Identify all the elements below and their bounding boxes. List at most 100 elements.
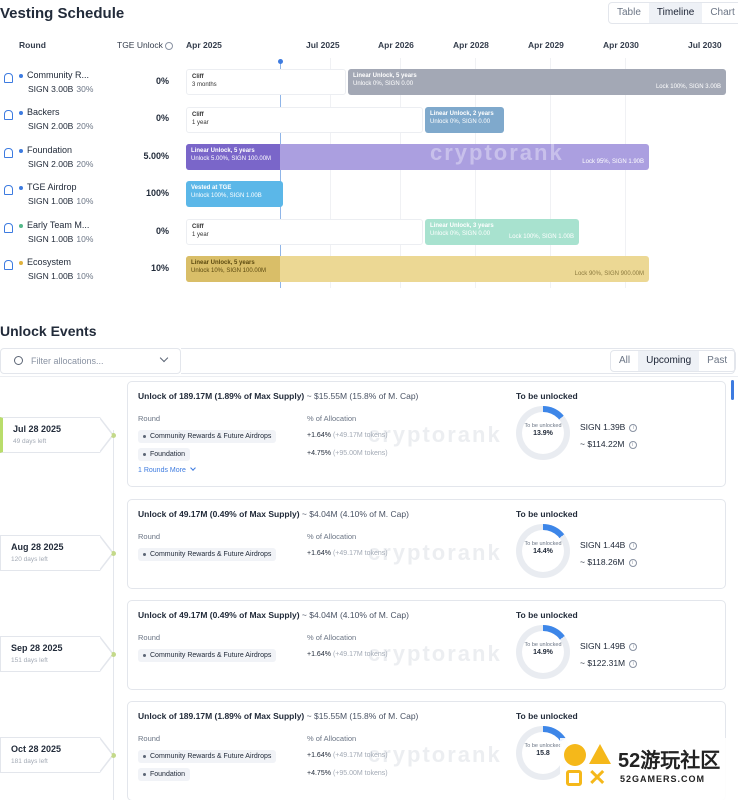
logo-shape: ✕ <box>588 765 607 790</box>
row5-cliff[interactable]: Cliff 1 year <box>186 219 423 245</box>
bell-icon[interactable] <box>4 260 13 270</box>
timeline-tick: Apr 2029 <box>528 40 564 50</box>
filter-dropdown[interactable]: Filter allocations... <box>0 348 181 374</box>
bell-icon[interactable] <box>4 110 13 120</box>
scrollbar-thumb[interactable] <box>731 380 734 400</box>
tge-header: TGE Unlock <box>117 40 174 50</box>
view-switch: Table Timeline Chart <box>608 2 738 24</box>
round-name[interactable]: Ecosystem <box>19 257 71 267</box>
bell-icon[interactable] <box>4 148 13 158</box>
round-label: Round <box>138 633 161 642</box>
round-name[interactable]: Early Team M... <box>19 220 89 230</box>
unlock-headline: Unlock of 49.17M (0.49% of Max Supply) ~… <box>138 610 409 620</box>
info-icon[interactable]: i <box>629 659 638 668</box>
info-icon[interactable]: i <box>629 541 638 550</box>
round-dot <box>19 73 23 78</box>
logo-shape <box>564 744 586 766</box>
row2-linear-bar[interactable]: Linear Unlock, 2 years Unlock 0%, SIGN 0.… <box>425 107 504 133</box>
chevron-down-icon <box>159 353 169 363</box>
row5-linear-bar[interactable]: Linear Unlock, 3 years Unlock 0%, SIGN 0.… <box>425 219 579 245</box>
site-name: 52游玩社区 <box>618 750 721 772</box>
allocation-label: % of Allocation <box>307 414 357 423</box>
round-amount: SIGN 1.00B 10% <box>28 196 94 206</box>
unlock-headline: Unlock of 49.17M (0.49% of Max Supply) ~… <box>138 509 409 519</box>
filter-input[interactable]: Filter allocations... <box>31 356 104 366</box>
round-amount: SIGN 2.00B 20% <box>28 159 94 169</box>
unlock-event-card[interactable]: Unlock of 49.17M (0.49% of Max Supply) ~… <box>127 600 726 690</box>
row2-cliff[interactable]: Cliff 1 year <box>186 107 423 133</box>
info-icon[interactable] <box>165 41 174 50</box>
round-chip[interactable]: Community Rewards & Future Airdrops <box>138 750 277 763</box>
watermark: cryptorank <box>368 641 502 666</box>
round-label: Round <box>138 532 161 541</box>
info-icon[interactable]: i <box>629 423 638 432</box>
unlock-donut: To be unlocked 14.4% <box>516 524 570 578</box>
site-url: 52GAMERS.COM <box>620 774 706 784</box>
search-icon <box>14 356 23 365</box>
today-marker <box>280 62 281 288</box>
row1-cliff[interactable]: Cliff 3 months <box>186 69 346 95</box>
info-icon[interactable]: i <box>628 440 637 449</box>
round-name[interactable]: Foundation <box>19 145 72 155</box>
more-rounds-link[interactable]: 1 Rounds More <box>138 465 196 474</box>
event-date[interactable]: Aug 28 2025 120 days left <box>0 535 114 571</box>
round-dot <box>19 185 23 190</box>
round-dot <box>19 110 23 115</box>
row3-unlocked-bar[interactable]: Linear Unlock, 5 years Unlock 5.00%, SIGN… <box>186 144 280 170</box>
round-chip[interactable]: Community Rewards & Future Airdrops <box>138 548 277 561</box>
row1-linear-bar[interactable]: Linear Unlock, 5 years Unlock 0%, SIGN 0.… <box>348 69 726 95</box>
bell-icon[interactable] <box>4 223 13 233</box>
tab-chart[interactable]: Chart <box>702 3 738 23</box>
round-name[interactable]: TGE Airdrop <box>19 182 77 192</box>
watermark: cryptorank <box>368 540 502 565</box>
bell-icon[interactable] <box>4 73 13 83</box>
allocation-label: % of Allocation <box>307 633 357 642</box>
unlock-value: ~ $118.26M i <box>580 557 637 567</box>
to-be-unlocked-label: To be unlocked <box>516 610 578 620</box>
bell-icon[interactable] <box>4 185 13 195</box>
tab-table[interactable]: Table <box>609 3 649 23</box>
tab-upcoming[interactable]: Upcoming <box>638 351 700 371</box>
info-icon[interactable]: i <box>628 558 637 567</box>
event-date[interactable]: Sep 28 2025 151 days left <box>0 636 114 672</box>
vesting-title: Vesting Schedule <box>0 5 125 22</box>
round-chip[interactable]: Foundation <box>138 768 191 781</box>
round-label: Round <box>138 414 161 423</box>
round-amount: SIGN 1.00B 10% <box>28 234 94 244</box>
tge-unlock-value: 0% <box>155 113 169 123</box>
tab-all[interactable]: All <box>611 351 638 371</box>
tge-unlock-value: 100% <box>145 188 169 198</box>
unlock-headline: Unlock of 189.17M (1.89% of Max Supply) … <box>138 391 419 401</box>
unlock-event-card[interactable]: Unlock of 49.17M (0.49% of Max Supply) ~… <box>127 499 726 589</box>
chevron-down-icon <box>189 465 196 471</box>
to-be-unlocked-label: To be unlocked <box>516 711 578 721</box>
unlock-amount: SIGN 1.49B i <box>580 641 638 651</box>
tab-timeline[interactable]: Timeline <box>648 3 703 23</box>
round-chip[interactable]: Community Rewards & Future Airdrops <box>138 430 277 443</box>
round-chip[interactable]: Community Rewards & Future Airdrops <box>138 649 277 662</box>
to-be-unlocked-label: To be unlocked <box>516 509 578 519</box>
row6-unlocked-bar[interactable]: Linear Unlock, 5 years Unlock 10%, SIGN 1… <box>186 256 280 282</box>
row4-vested-bar[interactable]: Vested at TGE Unlock 100%, SIGN 1.00B <box>186 181 283 207</box>
allocation-value: +1.64% (+49.17M tokens) <box>307 752 388 759</box>
unlock-amount: SIGN 1.44B i <box>580 540 638 550</box>
allocation-value: +1.64% (+49.17M tokens) <box>307 432 388 439</box>
round-chip[interactable]: Foundation <box>138 448 191 461</box>
round-dot <box>19 148 23 153</box>
unlock-donut: To be unlocked 13.9% <box>516 406 570 460</box>
info-icon[interactable]: i <box>629 642 638 651</box>
event-date[interactable]: Jul 28 2025 49 days left <box>0 417 114 453</box>
event-tabs: All Upcoming Past <box>610 350 737 372</box>
allocation-value: +4.75% (+95.00M tokens) <box>307 450 388 457</box>
allocation-value: +1.64% (+49.17M tokens) <box>307 651 388 658</box>
round-dot <box>19 223 23 228</box>
watermark: cryptorank <box>368 742 502 767</box>
timeline-tick: Jul 2030 <box>688 40 722 50</box>
tab-past[interactable]: Past <box>699 351 735 371</box>
unlock-event-card[interactable]: Unlock of 189.17M (1.89% of Max Supply) … <box>127 381 726 487</box>
round-name[interactable]: Backers <box>19 107 60 117</box>
event-date[interactable]: Oct 28 2025 181 days left <box>0 737 114 773</box>
round-name[interactable]: Community R... <box>19 70 89 80</box>
logo-shape <box>566 770 582 786</box>
allocation-value: +4.75% (+95.00M tokens) <box>307 770 388 777</box>
